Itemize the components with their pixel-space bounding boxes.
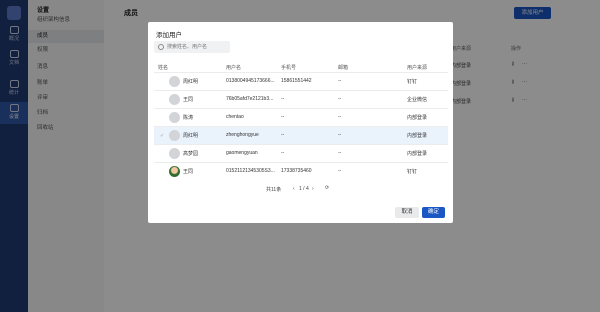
avatar bbox=[169, 112, 180, 123]
prev-page-icon[interactable]: ‹ bbox=[293, 186, 295, 192]
header-email: 邮箱 bbox=[338, 65, 349, 71]
user-email: -- bbox=[338, 78, 342, 84]
table-row[interactable]: 王同 76b05afd7e2121b3... -- -- 企业微信 bbox=[154, 91, 448, 108]
refresh-icon[interactable]: ⟳ bbox=[325, 185, 329, 191]
header-source: 用户来源 bbox=[407, 65, 428, 71]
user-email: -- bbox=[338, 168, 342, 174]
user-phone: 15861551442 bbox=[281, 78, 312, 84]
user-name: 王同 bbox=[183, 169, 194, 175]
add-user-dialog: 添加用户 姓名 用户名 手机号 邮箱 用户来源 周红明 013800494517… bbox=[148, 22, 453, 223]
user-source: 内部登录 bbox=[407, 133, 428, 139]
user-source: 内部登录 bbox=[407, 151, 428, 157]
user-phone: -- bbox=[281, 150, 285, 156]
table-row[interactable]: 王同 01521121345305S3... 17338735460 -- 钉钉 bbox=[154, 163, 448, 180]
search-icon bbox=[158, 44, 164, 50]
next-page-icon[interactable]: › bbox=[312, 186, 314, 192]
header-username: 用户名 bbox=[226, 65, 242, 71]
search-box[interactable] bbox=[154, 41, 230, 53]
dialog-title: 添加用户 bbox=[156, 32, 182, 39]
user-phone: -- bbox=[281, 96, 285, 102]
avatar bbox=[169, 148, 180, 159]
table-row[interactable]: 高梦园 gaomengyuan -- -- 内部登录 bbox=[154, 145, 448, 162]
user-username: zhenghongyue bbox=[226, 132, 259, 138]
avatar bbox=[169, 94, 180, 105]
confirm-button[interactable]: 确定 bbox=[422, 207, 445, 218]
user-name: 周红明 bbox=[183, 133, 199, 139]
table-row[interactable]: 陈涛 chentao -- -- 内部登录 bbox=[154, 109, 448, 126]
user-username: 76b05afd7e2121b3... bbox=[226, 96, 274, 102]
user-source: 钉钉 bbox=[407, 79, 418, 85]
user-email: -- bbox=[338, 150, 342, 156]
table-row[interactable]: ✓ 周红明 zhenghongyue -- -- 内部登录 bbox=[154, 127, 448, 144]
user-username: 0138004945173666... bbox=[226, 78, 275, 84]
user-name: 王同 bbox=[183, 97, 194, 103]
pager-total: 共11条 bbox=[266, 187, 282, 193]
user-source: 内部登录 bbox=[407, 115, 428, 121]
user-username: 01521121345305S3... bbox=[226, 168, 275, 174]
user-phone: -- bbox=[281, 132, 285, 138]
search-input[interactable] bbox=[167, 43, 227, 51]
check-icon[interactable]: ✓ bbox=[160, 133, 164, 139]
header-phone: 手机号 bbox=[281, 65, 297, 71]
user-source: 钉钉 bbox=[407, 169, 418, 175]
user-email: -- bbox=[338, 132, 342, 138]
avatar bbox=[169, 76, 180, 87]
user-name: 周红明 bbox=[183, 79, 199, 85]
user-name: 高梦园 bbox=[183, 151, 199, 157]
cancel-button[interactable]: 取消 bbox=[395, 207, 419, 218]
user-source: 企业微信 bbox=[407, 97, 428, 103]
user-name: 陈涛 bbox=[183, 115, 194, 121]
avatar bbox=[169, 130, 180, 141]
user-username: chentao bbox=[226, 114, 244, 120]
table-row[interactable]: 周红明 0138004945173666... 15861551442 -- 钉… bbox=[154, 73, 448, 90]
pager-page: 1 / 4 bbox=[299, 186, 309, 192]
user-email: -- bbox=[338, 96, 342, 102]
user-phone: -- bbox=[281, 114, 285, 120]
user-email: -- bbox=[338, 114, 342, 120]
user-phone: 17338735460 bbox=[281, 168, 312, 174]
header-name: 姓名 bbox=[158, 65, 169, 71]
user-username: gaomengyuan bbox=[226, 150, 258, 156]
avatar bbox=[169, 166, 180, 177]
